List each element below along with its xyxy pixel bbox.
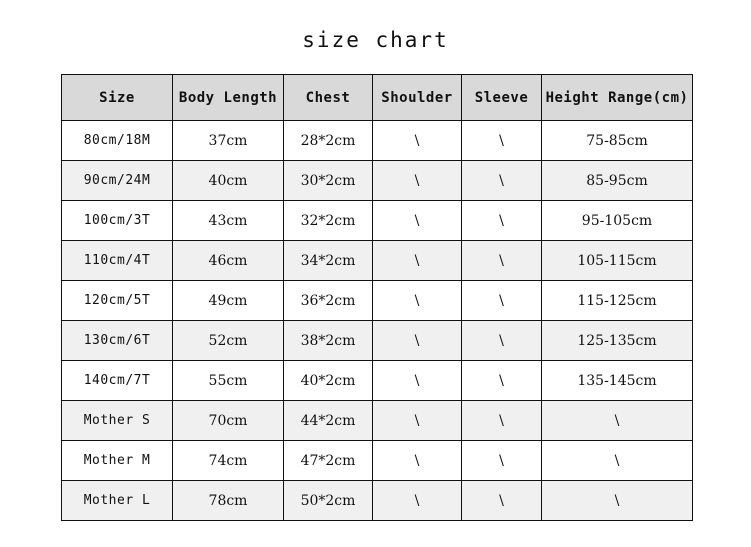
cell-body-length: 49cm bbox=[172, 280, 284, 321]
cell-sleeve: \ bbox=[461, 160, 542, 201]
cell-size: Mother L bbox=[61, 480, 173, 521]
cell-height-range: 115-125cm bbox=[541, 280, 693, 321]
cell-height-range: 95-105cm bbox=[541, 200, 693, 241]
cell-height-range: \ bbox=[541, 480, 693, 521]
cell-chest: 36*2cm bbox=[283, 280, 373, 321]
table-row: 130cm/6T 52cm 38*2cm \ \ 125-135cm bbox=[61, 320, 693, 361]
cell-height-range: 75-85cm bbox=[541, 120, 693, 161]
cell-height-range: 125-135cm bbox=[541, 320, 693, 361]
table-row: Mother S 70cm 44*2cm \ \ \ bbox=[61, 400, 693, 441]
table-header: Size Body Length Chest Shoulder Sleeve H… bbox=[61, 74, 693, 121]
cell-chest: 28*2cm bbox=[283, 120, 373, 161]
cell-sleeve: \ bbox=[461, 480, 542, 521]
cell-size: 130cm/6T bbox=[61, 320, 173, 361]
cell-size: Mother M bbox=[61, 440, 173, 481]
column-header-height-range: Height Range(cm) bbox=[541, 74, 693, 121]
table-row: 120cm/5T 49cm 36*2cm \ \ 115-125cm bbox=[61, 280, 693, 321]
cell-shoulder: \ bbox=[372, 240, 462, 281]
cell-height-range: \ bbox=[541, 400, 693, 441]
cell-shoulder: \ bbox=[372, 360, 462, 401]
cell-chest: 34*2cm bbox=[283, 240, 373, 281]
cell-size: Mother S bbox=[61, 400, 173, 441]
table-row: Mother M 74cm 47*2cm \ \ \ bbox=[61, 440, 693, 481]
cell-shoulder: \ bbox=[372, 400, 462, 441]
column-header-size: Size bbox=[61, 74, 173, 121]
cell-shoulder: \ bbox=[372, 200, 462, 241]
cell-chest: 40*2cm bbox=[283, 360, 373, 401]
cell-sleeve: \ bbox=[461, 200, 542, 241]
cell-body-length: 78cm bbox=[172, 480, 284, 521]
cell-sleeve: \ bbox=[461, 440, 542, 481]
cell-sleeve: \ bbox=[461, 280, 542, 321]
cell-sleeve: \ bbox=[461, 400, 542, 441]
size-chart-table: Size Body Length Chest Shoulder Sleeve H… bbox=[61, 74, 693, 521]
size-chart-page: size chart Size Body Length Chest Should… bbox=[0, 0, 751, 547]
cell-body-length: 52cm bbox=[172, 320, 284, 361]
table-row: Mother L 78cm 50*2cm \ \ \ bbox=[61, 480, 693, 521]
cell-height-range: \ bbox=[541, 440, 693, 481]
cell-shoulder: \ bbox=[372, 120, 462, 161]
size-table-container: Size Body Length Chest Shoulder Sleeve H… bbox=[61, 74, 693, 521]
cell-shoulder: \ bbox=[372, 320, 462, 361]
column-header-sleeve: Sleeve bbox=[461, 74, 542, 121]
cell-shoulder: \ bbox=[372, 160, 462, 201]
table-row: 80cm/18M 37cm 28*2cm \ \ 75-85cm bbox=[61, 120, 693, 161]
table-row: 90cm/24M 40cm 30*2cm \ \ 85-95cm bbox=[61, 160, 693, 201]
cell-body-length: 43cm bbox=[172, 200, 284, 241]
cell-size: 110cm/4T bbox=[61, 240, 173, 281]
table-row: 140cm/7T 55cm 40*2cm \ \ 135-145cm bbox=[61, 360, 693, 401]
cell-chest: 47*2cm bbox=[283, 440, 373, 481]
cell-sleeve: \ bbox=[461, 360, 542, 401]
cell-shoulder: \ bbox=[372, 280, 462, 321]
table-row: 100cm/3T 43cm 32*2cm \ \ 95-105cm bbox=[61, 200, 693, 241]
cell-chest: 50*2cm bbox=[283, 480, 373, 521]
cell-body-length: 55cm bbox=[172, 360, 284, 401]
column-header-chest: Chest bbox=[283, 74, 373, 121]
table-body: 80cm/18M 37cm 28*2cm \ \ 75-85cm 90cm/24… bbox=[61, 120, 693, 521]
cell-size: 140cm/7T bbox=[61, 360, 173, 401]
cell-sleeve: \ bbox=[461, 320, 542, 361]
cell-size: 80cm/18M bbox=[61, 120, 173, 161]
cell-sleeve: \ bbox=[461, 120, 542, 161]
column-header-shoulder: Shoulder bbox=[372, 74, 462, 121]
cell-height-range: 135-145cm bbox=[541, 360, 693, 401]
table-row: 110cm/4T 46cm 34*2cm \ \ 105-115cm bbox=[61, 240, 693, 281]
cell-shoulder: \ bbox=[372, 440, 462, 481]
cell-chest: 30*2cm bbox=[283, 160, 373, 201]
column-header-body-length: Body Length bbox=[172, 74, 284, 121]
cell-shoulder: \ bbox=[372, 480, 462, 521]
cell-height-range: 105-115cm bbox=[541, 240, 693, 281]
cell-body-length: 46cm bbox=[172, 240, 284, 281]
cell-size: 120cm/5T bbox=[61, 280, 173, 321]
cell-chest: 32*2cm bbox=[283, 200, 373, 241]
cell-body-length: 37cm bbox=[172, 120, 284, 161]
cell-body-length: 70cm bbox=[172, 400, 284, 441]
cell-height-range: 85-95cm bbox=[541, 160, 693, 201]
cell-body-length: 74cm bbox=[172, 440, 284, 481]
cell-sleeve: \ bbox=[461, 240, 542, 281]
cell-chest: 38*2cm bbox=[283, 320, 373, 361]
table-header-row: Size Body Length Chest Shoulder Sleeve H… bbox=[61, 74, 693, 121]
page-title: size chart bbox=[302, 28, 449, 52]
cell-size: 90cm/24M bbox=[61, 160, 173, 201]
cell-chest: 44*2cm bbox=[283, 400, 373, 441]
cell-size: 100cm/3T bbox=[61, 200, 173, 241]
cell-body-length: 40cm bbox=[172, 160, 284, 201]
